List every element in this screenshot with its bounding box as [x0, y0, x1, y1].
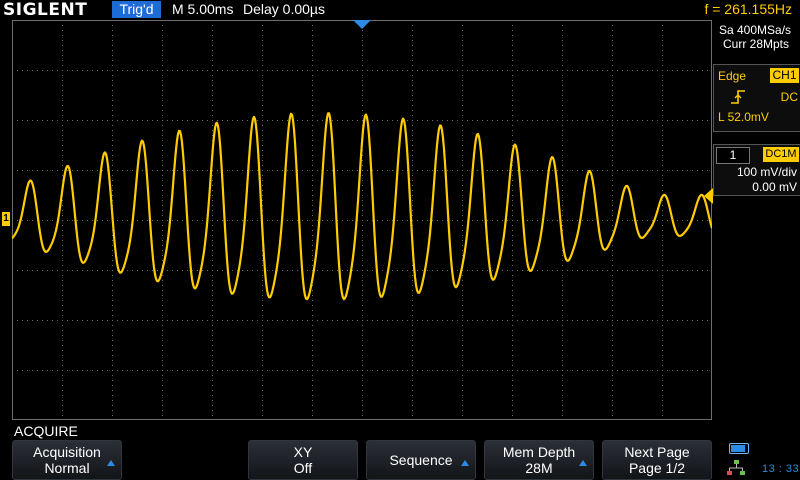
trigger-level-marker[interactable]: [704, 188, 713, 204]
sample-rate: Sa 400MSa/s: [719, 23, 792, 37]
vertical-scale: 100 mV/div: [736, 165, 797, 179]
softkey-label: Sequence: [389, 452, 453, 468]
arrow-up-icon: [107, 460, 115, 466]
battery-icon: [729, 443, 749, 454]
softkey-label: XY: [293, 444, 313, 460]
channel-1-offset-marker[interactable]: 1: [2, 212, 10, 226]
waveform-display: [12, 20, 712, 420]
vertical-offset: 0.00 mV: [752, 180, 797, 194]
trigger-level: L 52.0mV: [718, 110, 769, 124]
trigger-info-panel[interactable]: Edge CH1 DC L 52.0mV: [713, 64, 800, 132]
timebase-readout[interactable]: M 5.00ms: [172, 1, 233, 18]
network-icon: [727, 460, 745, 475]
next-page-softkey[interactable]: Next Page Page 1/2: [602, 440, 712, 480]
rising-edge-icon: [731, 90, 745, 104]
brand-logo: SIGLENT: [3, 0, 88, 20]
softkey-value: Normal: [44, 460, 90, 476]
trigger-coupling: DC: [780, 90, 798, 104]
acquisition-mode-softkey[interactable]: Acquisition Normal: [12, 440, 122, 480]
frequency-counter: f = 261.155Hz: [704, 1, 792, 17]
mem-depth-softkey[interactable]: Mem Depth 28M: [484, 440, 594, 480]
arrow-up-icon: [579, 460, 587, 466]
graticule: [12, 20, 712, 420]
softkey-value: Page 1/2: [628, 460, 686, 476]
xy-mode-softkey[interactable]: XY Off: [248, 440, 358, 480]
channel-1-info-panel[interactable]: 1 DC1M 100 mV/div 0.00 mV: [713, 144, 800, 196]
softkey-value: Off: [293, 460, 313, 476]
trigger-status-badge[interactable]: Trig'd: [112, 1, 161, 18]
status-bar: SIGLENT Trig'd M 5.00ms Delay 0.00µs f =…: [0, 0, 800, 20]
clock: 13 : 33: [762, 463, 800, 475]
trigger-source: CH1: [770, 68, 799, 83]
delay-readout[interactable]: Delay 0.00µs: [243, 1, 325, 18]
arrow-up-icon: [461, 460, 469, 466]
channel-number: 1: [716, 147, 750, 164]
softkey-label: Next Page: [624, 444, 690, 460]
trigger-position-marker[interactable]: [353, 20, 371, 29]
channel-coupling: DC1M: [763, 147, 799, 162]
memory-depth-readout: Curr 28Mpts: [723, 37, 790, 51]
menu-title: ACQUIRE: [14, 423, 78, 439]
softkey-label: Mem Depth: [502, 444, 576, 460]
sequence-softkey[interactable]: Sequence: [366, 440, 476, 480]
softkey-value: 28M: [525, 460, 553, 476]
channel-1-trace: [12, 112, 712, 301]
softkey-label: Acquisition: [33, 444, 101, 460]
trigger-type: Edge: [718, 69, 747, 83]
